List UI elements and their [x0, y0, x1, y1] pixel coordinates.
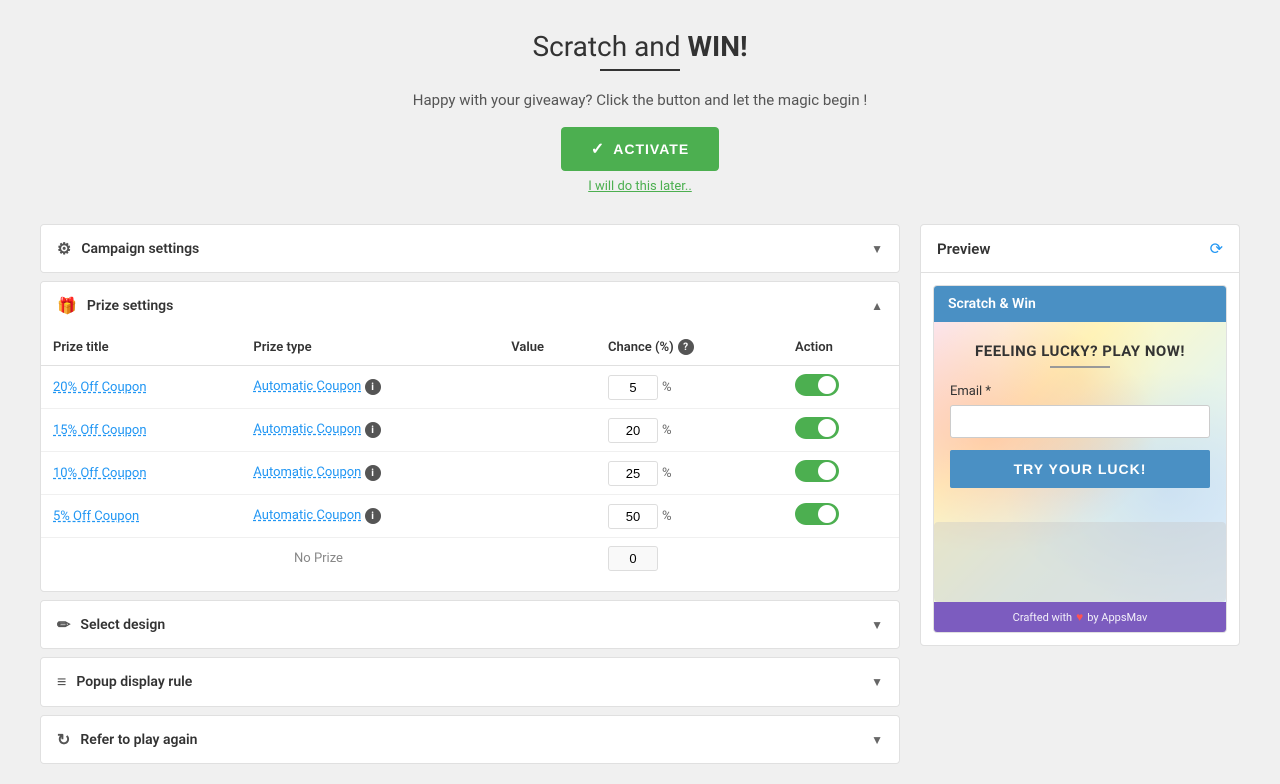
no-prize-chance-input[interactable] [608, 546, 658, 571]
campaign-settings-section: ⚙ Campaign settings ▼ [40, 224, 900, 273]
gift-icon: 🎁 [57, 296, 77, 315]
prize-settings-label: Prize settings [87, 298, 173, 314]
table-row: 10% Off Coupon Automatic Coupon i [41, 452, 899, 495]
preview-panel: Preview ⟳ Scratch & Win FEELING LUCKY? P… [920, 224, 1240, 646]
percent-1: % [662, 380, 672, 395]
widget-content: FEELING LUCKY? PLAY NOW! Email * TRY YOU… [950, 342, 1210, 488]
check-icon: ✓ [591, 139, 605, 159]
scratch-overlay [934, 522, 1226, 602]
campaign-settings-chevron: ▼ [871, 242, 883, 256]
prize-type-info-1[interactable]: i [365, 379, 381, 395]
col-value: Value [499, 329, 596, 366]
percent-4: % [662, 509, 672, 524]
refer-play-again-section: ↻ Refer to play again ▼ [40, 715, 900, 764]
prize-value-2 [499, 409, 596, 452]
widget-play-text: FEELING LUCKY? PLAY NOW! [950, 342, 1210, 360]
prize-title-4[interactable]: 5% Off Coupon [53, 509, 139, 524]
page-subtitle: Happy with your giveaway? Click the butt… [40, 91, 1240, 109]
prize-title-3[interactable]: 10% Off Coupon [53, 466, 147, 481]
sliders-icon: ≡ [57, 672, 66, 692]
prize-value-1 [499, 366, 596, 409]
percent-3: % [662, 466, 672, 481]
select-design-header[interactable]: ✏ Select design ▼ [41, 601, 899, 648]
prize-type-info-4[interactable]: i [365, 508, 381, 524]
prize-type-info-2[interactable]: i [365, 422, 381, 438]
refer-play-again-label: Refer to play again [80, 732, 197, 748]
select-design-label: Select design [80, 617, 165, 633]
gear-icon: ⚙ [57, 239, 71, 258]
popup-display-rule-chevron: ▼ [871, 675, 883, 689]
page-header: Scratch and WIN! Happy with your giveawa… [40, 30, 1240, 194]
chance-input-2[interactable] [608, 418, 658, 443]
title-underline [600, 69, 680, 71]
select-design-section: ✏ Select design ▼ [40, 600, 900, 649]
chance-info-icon[interactable]: ? [678, 339, 694, 355]
no-prize-label: No Prize [41, 538, 596, 580]
popup-display-rule-label: Popup display rule [76, 674, 192, 690]
table-row: 15% Off Coupon Automatic Coupon i [41, 409, 899, 452]
heart-icon: ♥ [1076, 610, 1083, 624]
prize-settings-header[interactable]: 🎁 Prize settings ▲ [41, 282, 899, 329]
chance-input-3[interactable] [608, 461, 658, 486]
col-chance: Chance (%) ? [596, 329, 783, 366]
preview-widget: Scratch & Win FEELING LUCKY? PLAY NOW! E… [933, 285, 1227, 633]
prize-table: Prize title Prize type Value Chance (%) … [41, 329, 899, 579]
widget-body: FEELING LUCKY? PLAY NOW! Email * TRY YOU… [934, 322, 1226, 602]
prize-settings-chevron: ▲ [871, 299, 883, 313]
chance-input-4[interactable] [608, 504, 658, 529]
col-action: Action [783, 329, 899, 366]
prize-settings-body: Prize title Prize type Value Chance (%) … [41, 329, 899, 591]
widget-email-label: Email * [950, 384, 1210, 399]
refer-play-again-chevron: ▼ [871, 733, 883, 747]
popup-display-rule-section: ≡ Popup display rule ▼ [40, 657, 900, 707]
prize-value-4 [499, 495, 596, 538]
campaign-settings-header[interactable]: ⚙ Campaign settings ▼ [41, 225, 899, 272]
campaign-settings-label: Campaign settings [81, 241, 199, 257]
prize-title-1[interactable]: 20% Off Coupon [53, 380, 147, 395]
popup-display-rule-header[interactable]: ≡ Popup display rule ▼ [41, 658, 899, 706]
prize-type-info-3[interactable]: i [365, 465, 381, 481]
refer-play-again-header[interactable]: ↻ Refer to play again ▼ [41, 716, 899, 763]
select-design-chevron: ▼ [871, 618, 883, 632]
prize-type-1[interactable]: Automatic Coupon [253, 379, 361, 394]
no-prize-action [783, 538, 899, 580]
no-prize-row: No Prize [41, 538, 899, 580]
left-panel: ⚙ Campaign settings ▼ 🎁 Prize settings ▲ [40, 224, 900, 764]
percent-2: % [662, 423, 672, 438]
preview-refresh-icon[interactable]: ⟳ [1210, 239, 1223, 258]
page-title: Scratch and WIN! [40, 30, 1240, 63]
col-prize-title: Prize title [41, 329, 241, 366]
preview-header: Preview ⟳ [921, 225, 1239, 273]
widget-top-bar: Scratch & Win [934, 286, 1226, 322]
widget-divider [1050, 366, 1110, 368]
toggle-1[interactable] [795, 374, 839, 396]
prize-type-2[interactable]: Automatic Coupon [253, 422, 361, 437]
table-row: 20% Off Coupon Automatic Coupon i [41, 366, 899, 409]
later-link[interactable]: I will do this later.. [40, 179, 1240, 194]
prize-settings-section: 🎁 Prize settings ▲ Prize title Prize typ… [40, 281, 900, 592]
activate-button[interactable]: ✓ ACTIVATE [561, 127, 719, 171]
prize-type-4[interactable]: Automatic Coupon [253, 508, 361, 523]
preview-title: Preview [937, 240, 990, 258]
prize-title-2[interactable]: 15% Off Coupon [53, 423, 147, 438]
required-star: * [985, 384, 991, 399]
widget-try-button[interactable]: TRY YOUR LUCK! [950, 450, 1210, 488]
prize-value-3 [499, 452, 596, 495]
widget-footer: Crafted with ♥ by AppsMav [934, 602, 1226, 632]
col-prize-type: Prize type [241, 329, 499, 366]
toggle-4[interactable] [795, 503, 839, 525]
prize-type-3[interactable]: Automatic Coupon [253, 465, 361, 480]
main-content: ⚙ Campaign settings ▼ 🎁 Prize settings ▲ [40, 224, 1240, 764]
pencil-icon: ✏ [57, 615, 70, 634]
footer-crafted-text: Crafted with [1013, 611, 1072, 624]
table-row: 5% Off Coupon Automatic Coupon i [41, 495, 899, 538]
toggle-3[interactable] [795, 460, 839, 482]
widget-email-input[interactable] [950, 405, 1210, 438]
toggle-2[interactable] [795, 417, 839, 439]
chance-input-1[interactable] [608, 375, 658, 400]
footer-by-text: by AppsMav [1087, 611, 1147, 624]
refresh-circle-icon: ↻ [57, 730, 70, 749]
